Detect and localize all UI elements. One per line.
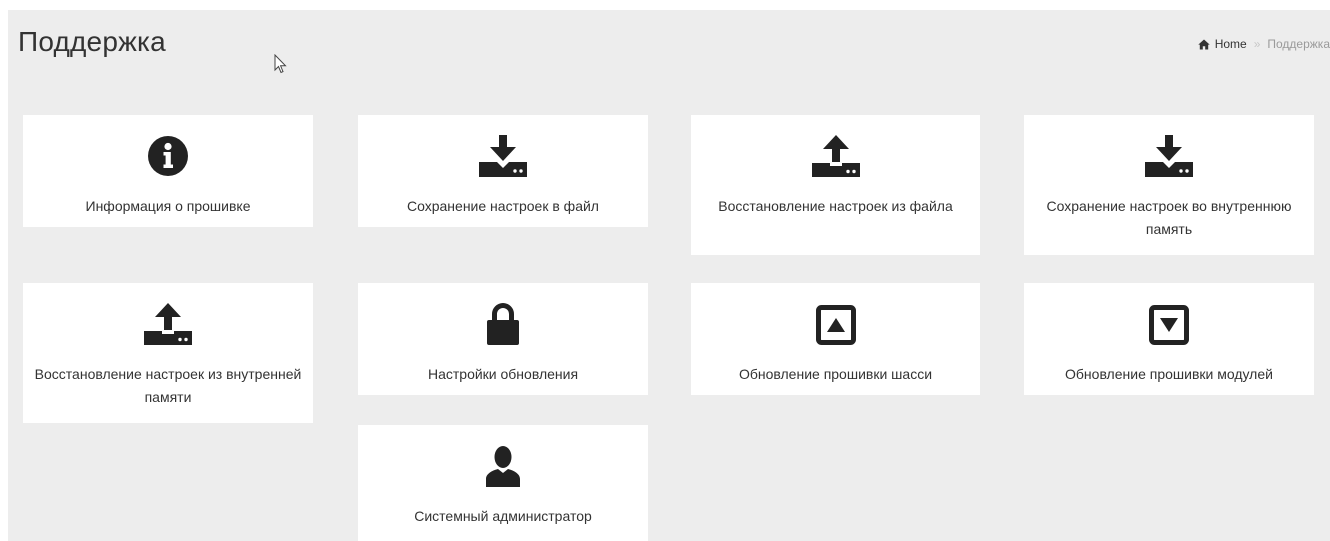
breadcrumb: Home » Поддержка (1197, 37, 1330, 51)
lock-icon (487, 303, 519, 345)
tile-restore-settings-memory[interactable]: Восстановление настроек из внутренней па… (23, 283, 313, 423)
tile-label: Сохранение настроек в файл (407, 198, 599, 214)
page-header: Поддержка Home » Поддержка (8, 10, 1330, 90)
tile-label: Обновление прошивки шасси (738, 366, 933, 382)
tile-update-settings[interactable]: Настройки обновления (358, 283, 648, 395)
tile-label: Системный администратор (414, 508, 592, 524)
tile-modules-firmware-update[interactable]: Обновление прошивки модулей (1024, 283, 1314, 395)
page-title: Поддержка (18, 26, 166, 57)
breadcrumb-home-link[interactable]: Home (1197, 37, 1247, 51)
breadcrumb-current: Поддержка (1267, 37, 1330, 51)
breadcrumb-home-label: Home (1214, 37, 1247, 51)
upload-icon (811, 135, 860, 177)
tile-restore-settings-file[interactable]: Восстановление настроек из файла (691, 115, 980, 255)
tile-system-administrator[interactable]: Системный администратор (358, 425, 648, 541)
tile-label: Настройки обновления (427, 366, 579, 382)
tile-firmware-info[interactable]: Информация о прошивке (23, 115, 313, 227)
download-icon (479, 135, 527, 177)
tile-label: Обновление прошивки модулей (1065, 366, 1273, 382)
support-page: Поддержка Home » Поддержка Информация о … (8, 10, 1330, 541)
info-circle-icon (148, 136, 188, 176)
tile-chassis-firmware-update[interactable]: Обновление прошивки шасси (691, 283, 980, 395)
home-icon (1197, 39, 1210, 49)
tile-save-settings-file[interactable]: Сохранение настроек в файл (358, 115, 648, 227)
user-icon (486, 446, 520, 487)
breadcrumb-separator: » (1253, 37, 1261, 51)
tile-save-settings-memory[interactable]: Сохранение настроек во внутреннюю память (1024, 115, 1314, 255)
upload-icon (144, 303, 192, 345)
tile-label: Информация о прошивке (85, 198, 251, 214)
caret-square-up-icon (815, 305, 856, 345)
download-icon (1145, 135, 1193, 177)
tile-label: Восстановление настроек из файла (718, 198, 953, 214)
tile-label: Сохранение настроек во внутреннюю память (1046, 198, 1292, 237)
mouse-cursor-icon (274, 54, 287, 74)
tile-label: Восстановление настроек из внутренней па… (34, 366, 302, 405)
caret-square-down-icon (1149, 305, 1189, 345)
